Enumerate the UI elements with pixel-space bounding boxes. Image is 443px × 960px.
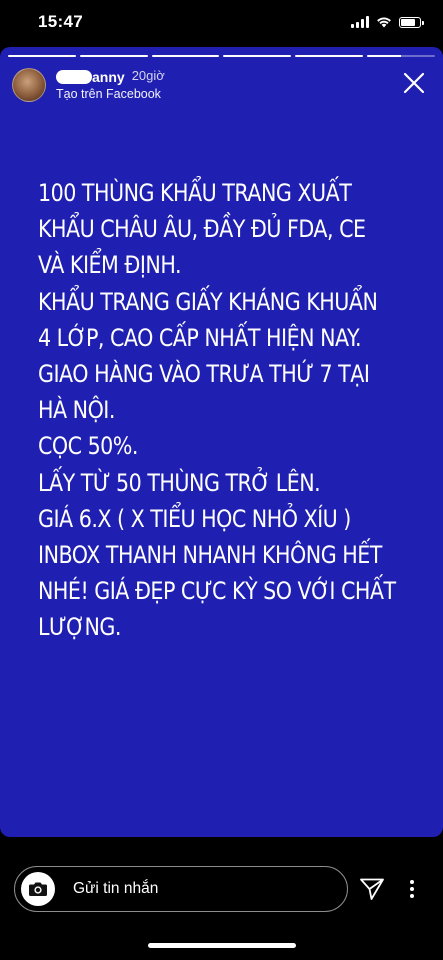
home-indicator[interactable] [147,943,296,948]
story-text-line: HÀ NỘI. [38,396,115,425]
avatar[interactable] [12,68,46,102]
camera-button[interactable] [21,872,55,906]
story-progress-bar [8,55,435,57]
status-time: 15:47 [38,12,83,31]
story-text-line: KHẨU CHÂU ÂU, ĐẦY ĐỦ FDA, CE [38,215,366,244]
story-text-line: LẤY TỪ 50 THÙNG TRỞ LÊN. [38,468,321,497]
more-options-icon[interactable] [402,878,422,900]
progress-segment [8,55,76,57]
camera-icon [29,882,47,896]
story-text-line: NHÉ! GIÁ ĐẸP CỰC KỲ SO VỚI CHẤT [38,577,396,606]
status-icons [351,16,424,28]
status-bar: 15:47 [0,0,443,44]
story-text-line: GIAO HÀNG VÀO TRƯA THỨ 7 TẠI [38,360,370,389]
signal-icon [351,16,369,28]
author-name[interactable]: anny [92,69,125,85]
reply-input[interactable]: Gửi tin nhắn [14,866,348,912]
story-text-line: VÀ KIỂM ĐỊNH. [38,251,182,280]
send-icon[interactable] [359,877,385,901]
story-meta: anny 20giờ Tạo trên Facebook [56,68,165,101]
progress-segment [223,55,292,57]
story-text-line: LƯỢNG. [38,613,121,642]
battery-icon [399,16,424,28]
progress-segment [151,55,220,57]
close-icon[interactable] [401,70,427,96]
progress-segment [295,55,364,57]
post-age: 20giờ [131,68,165,84]
story-text-line: GIÁ 6.X ( X TIỂU HỌC NHỎ XÍU ) [38,504,351,533]
story-text-line: INBOX THANH NHANH KHÔNG HẾT [38,541,382,570]
story-text-line: 4 LỚP, CAO CẤP NHẤT HIỆN NAY. [38,323,362,352]
post-source: Tạo trên Facebook [56,86,161,101]
reply-placeholder: Gửi tin nhắn [73,880,159,897]
story-text-line: 100 THÙNG KHẨU TRANG XUẤT [38,179,352,207]
story-card[interactable]: anny 20giờ Tạo trên Facebook 100 THÙNG K… [0,47,443,837]
story-text-line: KHẨU TRANG GIẤY KHÁNG KHUẨN [38,287,378,316]
wifi-icon [377,17,391,28]
name-redaction [56,69,92,84]
story-text: 100 THÙNG KHẨU TRANG XUẤT KHẨU CHÂU ÂU, … [38,175,425,646]
progress-segment [79,55,148,57]
reply-bar: Gửi tin nhắn [14,866,443,912]
progress-segment [367,55,435,57]
story-viewer-screen: 15:47 anny 20giờ Tạo trên Facebook 100 T… [0,0,443,960]
story-text-line: CỌC 50%. [38,432,138,461]
story-header: anny 20giờ Tạo trên Facebook [12,65,431,105]
